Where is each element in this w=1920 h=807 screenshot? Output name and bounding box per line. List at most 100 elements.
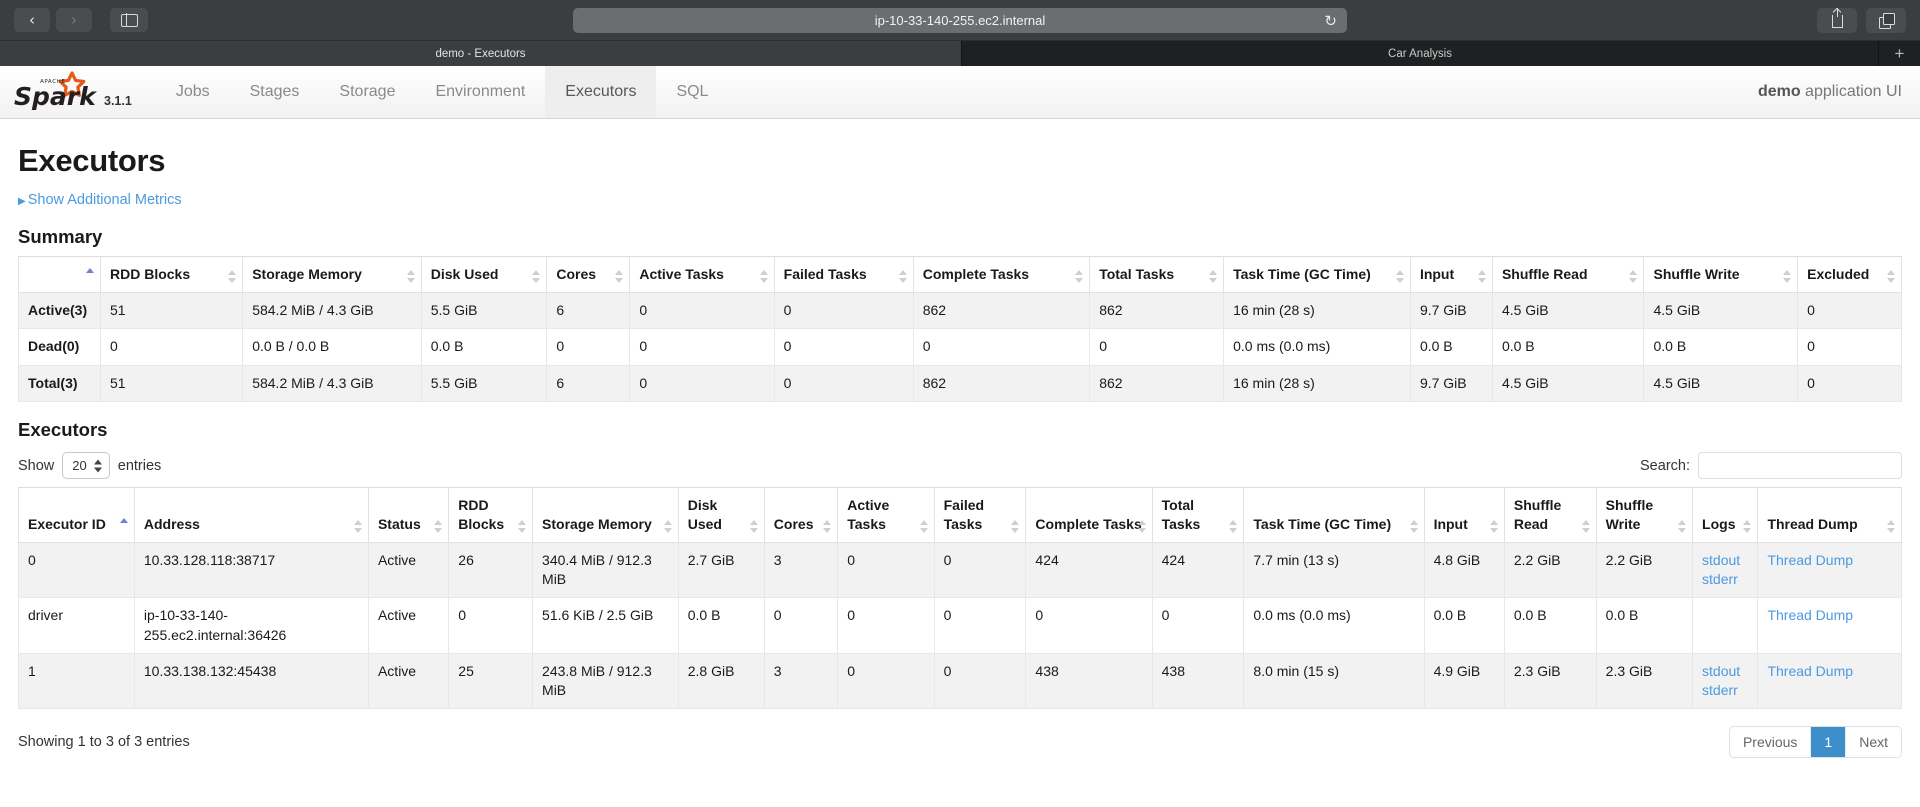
- nav-item-executors[interactable]: Executors: [545, 66, 656, 118]
- executors-col-cores[interactable]: Cores: [764, 487, 837, 542]
- cell-failed-tasks: 0: [934, 542, 1026, 598]
- page-title: Executors: [18, 143, 1902, 179]
- summary-col-input[interactable]: Input: [1410, 257, 1492, 293]
- executors-col-executor-id[interactable]: Executor ID: [19, 487, 135, 542]
- summary-cell: 0: [1798, 365, 1902, 401]
- nav-item-label: Jobs: [176, 83, 210, 101]
- page-content: Executors ▶Show Additional Metrics Summa…: [0, 143, 1920, 758]
- show-additional-metrics-label: Show Additional Metrics: [28, 192, 182, 208]
- stderr-link[interactable]: stderr: [1702, 570, 1748, 589]
- summary-cell: 0.0 B: [1492, 329, 1644, 365]
- stderr-link[interactable]: stderr: [1702, 681, 1748, 700]
- summary-cell: 5.5 GiB: [421, 365, 547, 401]
- executors-col-complete-tasks[interactable]: Complete Tasks: [1026, 487, 1152, 542]
- nav-item-label: SQL: [676, 83, 708, 101]
- nav-item-environment[interactable]: Environment: [415, 66, 545, 118]
- stdout-link[interactable]: stdout: [1702, 551, 1748, 570]
- share-button[interactable]: [1817, 8, 1857, 33]
- nav-item-stages[interactable]: Stages: [230, 66, 320, 118]
- cell-executor-id: 1: [19, 653, 135, 709]
- executors-col-total-tasks[interactable]: Total Tasks: [1152, 487, 1244, 542]
- summary-col-label: Excluded: [1807, 266, 1869, 282]
- summary-cell: 0: [1798, 292, 1902, 328]
- summary-col-active-tasks[interactable]: Active Tasks: [630, 257, 774, 293]
- sort-icon: [750, 520, 759, 533]
- executors-col-label: Storage Memory: [542, 516, 652, 532]
- pagination-next[interactable]: Next: [1846, 727, 1901, 757]
- thread-dump-link[interactable]: Thread Dump: [1767, 663, 1853, 679]
- summary-col-disk-used[interactable]: Disk Used: [421, 257, 547, 293]
- executors-col-storage-memory[interactable]: Storage Memory: [533, 487, 679, 542]
- executors-col-label: Logs: [1702, 516, 1735, 532]
- summary-col-label: Cores: [556, 266, 596, 282]
- summary-col-storage-memory[interactable]: Storage Memory: [243, 257, 422, 293]
- cell-disk-used: 2.8 GiB: [678, 653, 764, 709]
- summary-col-total-tasks[interactable]: Total Tasks: [1090, 257, 1224, 293]
- browser-tab-car-analysis[interactable]: Car Analysis: [962, 41, 1879, 66]
- stepper-icon: [94, 459, 102, 472]
- summary-cell: 0.0 B: [1644, 329, 1798, 365]
- browser-toolbar: ‹ › ip-10-33-140-255.ec2.internal ↻: [0, 0, 1920, 41]
- cell-logs: stdout stderr: [1693, 542, 1758, 598]
- summary-col-shuffle-write[interactable]: Shuffle Write: [1644, 257, 1798, 293]
- address-bar[interactable]: ip-10-33-140-255.ec2.internal ↻: [573, 8, 1347, 33]
- summary-cell: 584.2 MiB / 4.3 GiB: [243, 292, 422, 328]
- summary-cell: Active(3): [19, 292, 101, 328]
- executors-col-label: Address: [144, 516, 200, 532]
- page-size-select[interactable]: 20: [62, 452, 109, 479]
- spark-navbar: Spark APACHE 3.1.1 Jobs Stages Storage E…: [0, 66, 1920, 119]
- executors-col-shuffle-read[interactable]: Shuffle Read: [1504, 487, 1596, 542]
- summary-heading: Summary: [18, 226, 1902, 248]
- nav-item-storage[interactable]: Storage: [319, 66, 415, 118]
- chrome-right-buttons: [1817, 8, 1906, 33]
- summary-cell: 6: [547, 365, 630, 401]
- cell-active-tasks: 0: [838, 542, 934, 598]
- browser-tab-demo-executors[interactable]: demo - Executors: [0, 41, 962, 66]
- spark-brand[interactable]: Spark APACHE 3.1.1: [0, 66, 132, 118]
- executors-col-failed-tasks[interactable]: Failed Tasks: [934, 487, 1026, 542]
- nav-item-sql[interactable]: SQL: [656, 66, 728, 118]
- executors-col-input[interactable]: Input: [1424, 487, 1504, 542]
- executors-col-disk-used[interactable]: Disk Used: [678, 487, 764, 542]
- pagination-previous[interactable]: Previous: [1730, 727, 1811, 757]
- summary-col-rdd-blocks[interactable]: RDD Blocks: [101, 257, 243, 293]
- cell-address: 10.33.128.118:38717: [134, 542, 368, 598]
- executors-col-status[interactable]: Status: [368, 487, 448, 542]
- reload-icon[interactable]: ↻: [1324, 12, 1337, 30]
- forward-button[interactable]: ›: [56, 8, 92, 32]
- executors-col-shuffle-write[interactable]: Shuffle Write: [1596, 487, 1692, 542]
- nav-item-jobs[interactable]: Jobs: [156, 66, 230, 118]
- summary-col-cores[interactable]: Cores: [547, 257, 630, 293]
- show-tabs-button[interactable]: [1866, 8, 1906, 33]
- executors-col-address[interactable]: Address: [134, 487, 368, 542]
- summary-col-shuffle-read[interactable]: Shuffle Read: [1492, 257, 1644, 293]
- executors-col-thread-dump[interactable]: Thread Dump: [1758, 487, 1902, 542]
- summary-col-failed-tasks[interactable]: Failed Tasks: [774, 257, 913, 293]
- back-button[interactable]: ‹: [14, 8, 50, 32]
- executors-col-rdd-blocks[interactable]: RDD Blocks: [449, 487, 533, 542]
- sidebar-toggle-button[interactable]: [110, 8, 148, 32]
- executors-header-row: Executor ID Address Status RDD Blocks St…: [19, 487, 1902, 542]
- executors-col-task-time[interactable]: Task Time (GC Time): [1244, 487, 1424, 542]
- executors-col-active-tasks[interactable]: Active Tasks: [838, 487, 934, 542]
- summary-col-label: Active Tasks: [639, 266, 724, 282]
- search-input[interactable]: [1698, 452, 1902, 479]
- summary-col-label: Storage Memory: [252, 266, 362, 282]
- summary-col-label: Shuffle Write: [1653, 266, 1739, 282]
- share-icon: [1832, 15, 1843, 28]
- thread-dump-link[interactable]: Thread Dump: [1767, 607, 1853, 623]
- cell-complete-tasks: 0: [1026, 598, 1152, 654]
- sort-icon: [1138, 520, 1147, 533]
- cell-complete-tasks: 424: [1026, 542, 1152, 598]
- thread-dump-link[interactable]: Thread Dump: [1767, 552, 1853, 568]
- pagination-page-1[interactable]: 1: [1811, 727, 1846, 757]
- executors-col-logs[interactable]: Logs: [1693, 487, 1758, 542]
- new-tab-button[interactable]: +: [1879, 41, 1920, 66]
- summary-col-task-time[interactable]: Task Time (GC Time): [1224, 257, 1411, 293]
- show-additional-metrics-toggle[interactable]: ▶Show Additional Metrics: [18, 192, 182, 208]
- cell-task-time: 8.0 min (15 s): [1244, 653, 1424, 709]
- summary-col-blank[interactable]: [19, 257, 101, 293]
- summary-col-complete-tasks[interactable]: Complete Tasks: [913, 257, 1089, 293]
- stdout-link[interactable]: stdout: [1702, 662, 1748, 681]
- summary-col-excluded[interactable]: Excluded: [1798, 257, 1902, 293]
